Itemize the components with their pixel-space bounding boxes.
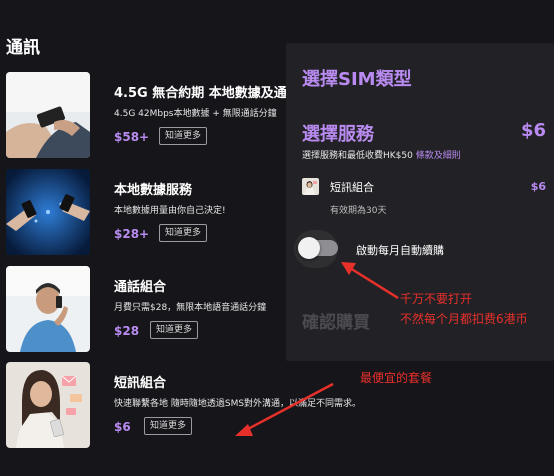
annotation-arrows (235, 262, 399, 436)
warning-annotation-line1: 千万不要打开 (400, 292, 473, 306)
page: 通訊 4.5G 無合約期 本地數據及通 4.5G 42Mbps本地數據 + 無限… (0, 0, 554, 476)
toggle-warning-arrowhead (341, 262, 356, 275)
cheapest-plan-arrow (245, 382, 334, 432)
warning-annotation-line2: 不然每个月都扣费6港币 (400, 312, 528, 326)
cheapest-annotation: 最便宜的套餐 (360, 371, 433, 385)
cheapest-plan-arrowhead (235, 424, 253, 436)
toggle-warning-arrow (349, 266, 399, 300)
